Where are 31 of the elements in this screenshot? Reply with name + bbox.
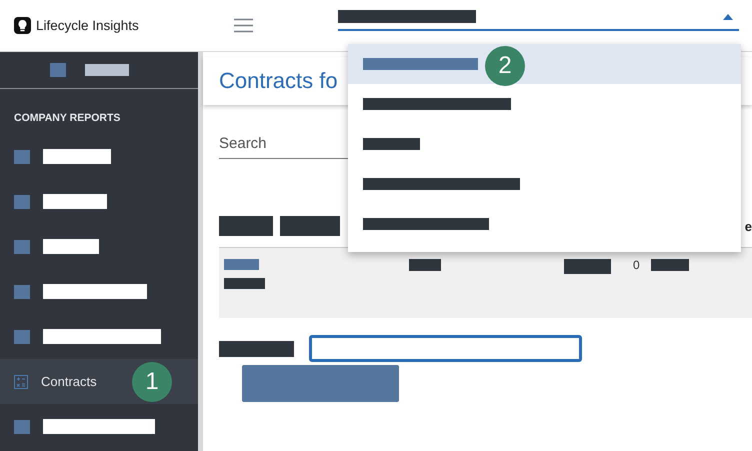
redaction-bar — [219, 216, 273, 236]
section-title: COMPANY REPORTS — [13, 111, 122, 126]
dropdown-option[interactable]: 2 — [348, 44, 741, 84]
page-title: Contracts fo — [219, 68, 338, 94]
step-badge: 2 — [485, 46, 525, 86]
redaction-bar — [84, 64, 128, 76]
redaction-bar — [280, 216, 340, 236]
square-icon — [14, 330, 30, 344]
redaction-bar — [363, 138, 420, 150]
square-icon — [14, 240, 30, 254]
sidebar-item[interactable]: Contracts 1 — [0, 359, 198, 404]
calculator-icon — [14, 374, 28, 388]
menu-icon[interactable] — [234, 18, 253, 33]
square-icon — [14, 194, 30, 208]
redaction-bar — [43, 194, 107, 209]
logo-text: Lifecycle Insights — [36, 18, 139, 33]
input-field[interactable] — [309, 335, 582, 362]
redaction-bar — [564, 259, 611, 274]
redaction-bar — [43, 239, 99, 254]
square-icon — [14, 420, 30, 434]
square-icon — [14, 150, 30, 164]
step-badge: 1 — [132, 362, 172, 402]
column-header: e — [744, 219, 752, 234]
square-icon — [14, 284, 30, 298]
table-cell: 0 — [633, 259, 640, 271]
redaction-bar — [650, 259, 689, 271]
redaction-bar — [224, 278, 265, 289]
square-icon — [50, 63, 66, 77]
lightbulb-logo-icon — [14, 17, 31, 34]
redaction-bar — [409, 259, 441, 271]
redaction-bar — [43, 149, 111, 164]
